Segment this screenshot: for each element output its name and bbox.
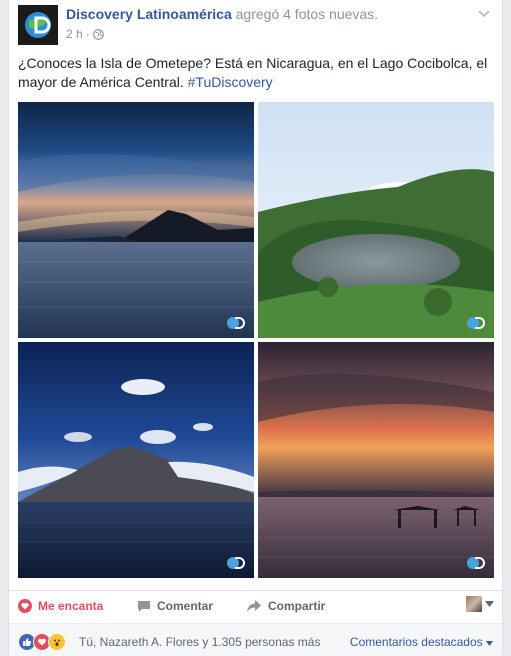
comment-button[interactable]: Comentar: [137, 599, 213, 613]
post-meta: 2 h ·: [66, 27, 104, 41]
reactions-summary-text[interactable]: Tú, Nazareth A. Flores y 1.305 personas …: [79, 635, 320, 649]
wow-icon: [48, 633, 66, 651]
post-as-selector[interactable]: [466, 596, 494, 612]
user-avatar: [466, 596, 482, 612]
discovery-logo-icon: [25, 12, 51, 38]
discovery-watermark-icon: [227, 317, 245, 329]
post-message: ¿Conoces la Isla de Ometepe? Está en Nic…: [18, 54, 498, 92]
post-action-text: agregó 4 fotos nuevas.: [235, 6, 379, 22]
photo-grid: [18, 102, 495, 580]
discovery-logo-avatar[interactable]: [18, 5, 58, 45]
feed-post: Discovery Latinoamérica agregó 4 fotos n…: [8, 0, 503, 656]
post-options-chevron-icon[interactable]: [476, 5, 492, 21]
share-icon: [247, 600, 261, 612]
discovery-watermark-icon: [467, 317, 485, 329]
comment-icon: [138, 601, 150, 612]
love-reaction-button[interactable]: Me encanta: [18, 599, 103, 613]
page-name-link[interactable]: Discovery Latinoamérica: [66, 6, 232, 22]
globe-icon: [92, 28, 104, 40]
reactions-summary-bar: Tú, Nazareth A. Flores y 1.305 personas …: [9, 623, 502, 656]
caret-down-icon: [486, 641, 493, 646]
post-action-bar: Me encanta Comentar Compartir: [9, 590, 502, 623]
comments-filter-label: Comentarios destacados: [349, 635, 483, 649]
caret-down-icon: [485, 601, 494, 607]
photo-crater-lagoon[interactable]: [258, 102, 494, 338]
love-reaction-label: Me encanta: [38, 599, 104, 613]
share-button[interactable]: Compartir: [246, 599, 325, 613]
photo-volcano-clouds[interactable]: [18, 342, 254, 578]
heart-icon: [18, 599, 32, 613]
comment-label: Comentar: [157, 599, 214, 613]
meta-separator: ·: [85, 27, 90, 41]
comments-filter-dropdown[interactable]: Comentarios destacados: [350, 635, 493, 649]
reaction-icons[interactable]: [18, 633, 66, 651]
photo-ometepe-volcano-sunset[interactable]: [18, 102, 254, 338]
post-author-line: Discovery Latinoamérica agregó 4 fotos n…: [66, 6, 378, 22]
photo-lake-sunset-pier[interactable]: [258, 342, 494, 578]
discovery-watermark-icon: [467, 557, 485, 569]
post-timestamp[interactable]: 2 h: [66, 27, 83, 41]
post-header: Discovery Latinoamérica agregó 4 fotos n…: [18, 5, 490, 45]
discovery-watermark-icon: [227, 557, 245, 569]
share-label: Compartir: [268, 599, 326, 613]
hashtag-link[interactable]: #TuDiscovery: [188, 74, 273, 90]
